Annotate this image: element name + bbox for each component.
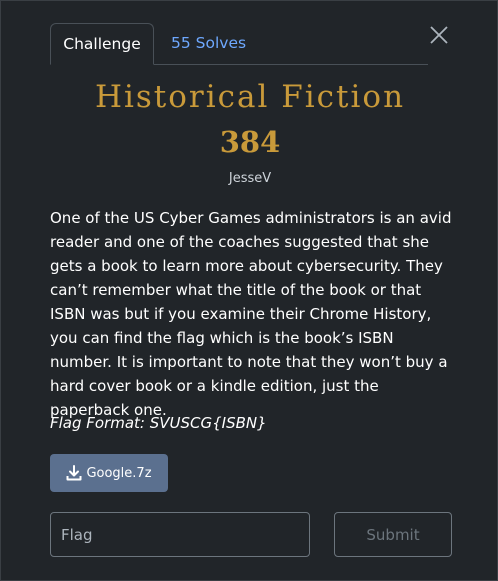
challenge-author: JesseV: [228, 171, 272, 186]
close-button[interactable]: [429, 25, 449, 45]
download-icon: [66, 465, 82, 481]
tab-bar: Challenge 55 Solves: [50, 23, 428, 65]
tab-solves[interactable]: 55 Solves: [171, 23, 246, 65]
tab-challenge[interactable]: Challenge: [50, 23, 154, 65]
challenge-modal: Challenge 55 Solves Historical Fiction 3…: [0, 0, 498, 581]
attachment-filename: Google.7z: [86, 465, 152, 481]
flag-input[interactable]: [50, 512, 310, 557]
close-icon: [430, 26, 448, 44]
challenge-points: 384: [219, 125, 281, 159]
flag-format-text: Flag Format: SVUSCG{ISBN}: [50, 414, 267, 432]
challenge-title: Historical Fiction: [94, 79, 406, 115]
submit-button[interactable]: Submit: [334, 512, 452, 557]
download-attachment-button[interactable]: Google.7z: [50, 454, 168, 492]
challenge-description: One of the US Cyber Games administrators…: [50, 209, 452, 419]
